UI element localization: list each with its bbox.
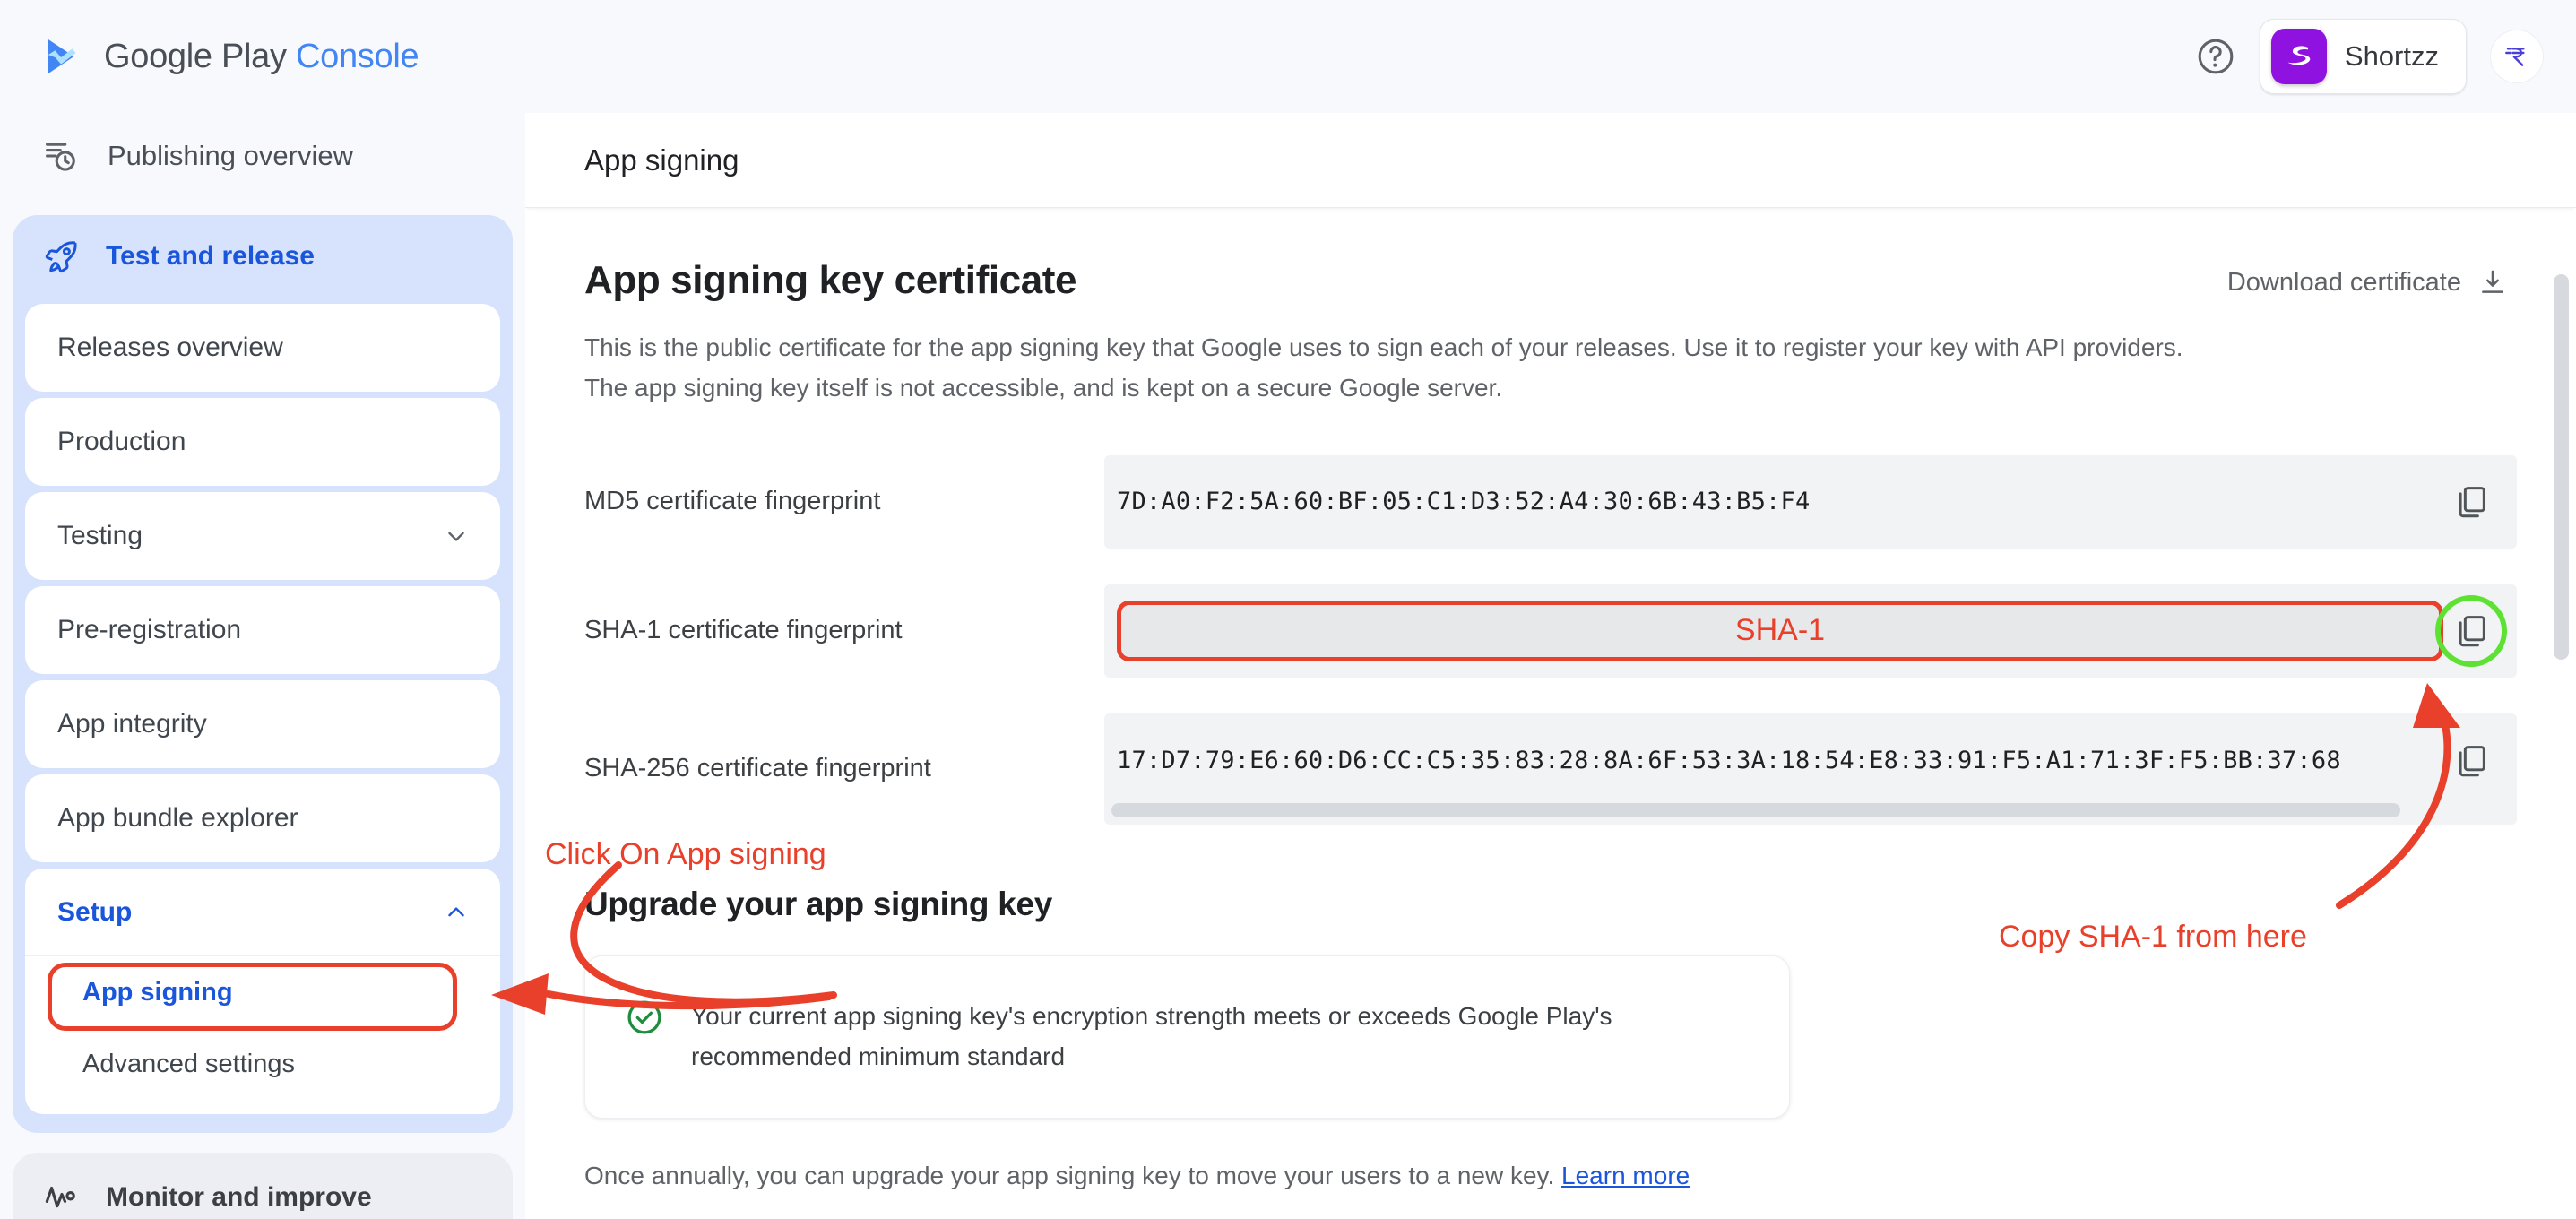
sidebar-item-production[interactable]: Production xyxy=(25,398,500,486)
page-title: App signing xyxy=(584,143,739,177)
app-selector-chip[interactable]: Shortzz xyxy=(2259,19,2467,94)
copy-icon xyxy=(2459,486,2485,517)
shortzz-s-glyph xyxy=(2287,46,2311,65)
activity-icon xyxy=(45,1186,75,1208)
app-logo-icon xyxy=(2270,29,2327,84)
copy-button-sha256[interactable] xyxy=(2443,733,2499,789)
sidebar-item-publishing-overview[interactable]: Publishing overview xyxy=(0,113,525,199)
section-title-row: App signing key certificate Download cer… xyxy=(584,258,2517,303)
google-play-console-logo-icon xyxy=(48,39,76,74)
content-body: App signing key certificate Download cer… xyxy=(525,208,2576,1219)
sidebar-item-testing[interactable]: Testing xyxy=(25,492,500,580)
sidebar-group-header-test-and-release[interactable]: Test and release xyxy=(13,215,513,298)
sidebar-group-test-and-release: Test and release Releases overview Produ… xyxy=(13,215,513,1133)
help-circle-icon[interactable] xyxy=(2195,36,2236,77)
sidebar-item-advanced-settings[interactable]: Advanced settings xyxy=(25,1028,500,1100)
fingerprint-label-sha1: SHA-1 certificate fingerprint xyxy=(584,616,903,645)
top-bar-actions: Shortzz xyxy=(2195,0,2544,113)
sidebar-item-setup: Setup App signing Advanced settings xyxy=(25,869,500,1114)
sidebar-item-production-label: Production xyxy=(57,427,186,456)
fingerprint-value-sha1-label: SHA-1 xyxy=(1734,613,1826,648)
app-name-label: Shortzz xyxy=(2344,40,2439,72)
publishing-overview-icon xyxy=(46,143,75,171)
download-certificate-label: Download certificate xyxy=(2226,267,2461,297)
learn-more-link[interactable]: Learn more xyxy=(1561,1162,1690,1189)
sidebar-item-app-bundle-explorer[interactable]: App bundle explorer xyxy=(25,774,500,862)
fingerprint-value-container-md5: 7D:A0:F2:5A:60:BF:05:C1:D3:52:A4:30:6B:4… xyxy=(1104,454,2517,549)
sidebar-item-app-integrity-label: App integrity xyxy=(57,709,207,739)
sidebar-item-app-signing-label: App signing xyxy=(82,977,233,1007)
fingerprint-value-container-sha1: SHA-1 xyxy=(1104,584,2517,678)
sidebar-group-title: Test and release xyxy=(106,241,315,271)
fingerprint-row-sha1: SHA-1 certificate fingerprint SHA-1 xyxy=(584,584,2517,678)
sidebar-item-publishing-overview-label: Publishing overview xyxy=(108,140,353,171)
fingerprint-row-sha256: SHA-256 certificate fingerprint 17:D7:79… xyxy=(584,713,2517,825)
key-strength-status-card: Your current app signing key's encryptio… xyxy=(584,955,1790,1120)
main-header: App signing xyxy=(525,113,2576,208)
sidebar-item-setup-label: Setup xyxy=(57,896,133,927)
download-icon xyxy=(2482,270,2503,293)
chevron-up-icon xyxy=(448,906,464,916)
sidebar-item-app-bundle-explorer-label: App bundle explorer xyxy=(57,803,298,833)
top-bar: Google Play Console Shortzz xyxy=(0,0,2576,113)
fingerprint-value-md5: 7D:A0:F2:5A:60:BF:05:C1:D3:52:A4:30:6B:4… xyxy=(1117,488,1811,516)
fingerprint-value-container-sha256: 17:D7:79:E6:60:D6:CC:C5:35:83:28:8A:6F:5… xyxy=(1104,713,2517,825)
sidebar-item-setup-header[interactable]: Setup xyxy=(25,869,500,956)
sidebar-item-testing-label: Testing xyxy=(57,521,143,550)
fingerprint-value-sha256: 17:D7:79:E6:60:D6:CC:C5:35:83:28:8A:6F:5… xyxy=(1117,747,2341,775)
chevron-down-icon xyxy=(448,532,464,541)
sidebar-item-releases-overview-label: Releases overview xyxy=(57,333,283,362)
fingerprint-table: MD5 certificate fingerprint 7D:A0:F2:5A:… xyxy=(584,454,2517,825)
sidebar-group-monitor-and-improve: Monitor and improve xyxy=(13,1153,513,1219)
main-content: App signing App signing key certificate … xyxy=(525,113,2576,1219)
fingerprint-horizontal-scrollbar[interactable] xyxy=(1111,802,2400,817)
row-spacer-2 xyxy=(584,678,2517,713)
copy-icon xyxy=(2459,745,2485,776)
brand-title: Google Play Console xyxy=(104,38,419,76)
section-title: App signing key certificate xyxy=(584,258,1077,302)
sidebar-group-title-monitor: Monitor and improve xyxy=(106,1182,372,1212)
upgrade-note-text: Once annually, you can upgrade your app … xyxy=(584,1162,1562,1190)
section-description: This is the public certificate for the a… xyxy=(584,333,2183,402)
sidebar-item-app-integrity[interactable]: App integrity xyxy=(25,680,500,768)
sidebar-item-advanced-settings-label: Advanced settings xyxy=(82,1049,295,1078)
rocket-icon xyxy=(45,241,77,273)
brand-title-play: Google Play xyxy=(104,37,287,75)
brand-title-console: Console xyxy=(295,37,419,75)
rupee-avatar-icon xyxy=(2505,48,2525,66)
fingerprint-label-sha256: SHA-256 certificate fingerprint xyxy=(584,754,931,783)
copy-icon xyxy=(2459,615,2485,646)
upgrade-note: Once annually, you can upgrade your app … xyxy=(584,1162,2517,1190)
check-circle-icon xyxy=(627,1000,661,1034)
sidebar: Publishing overview Test and release Rel… xyxy=(0,113,525,1219)
brand-logo-area[interactable]: Google Play Console xyxy=(43,36,419,77)
copy-button-sha1[interactable] xyxy=(2435,594,2507,667)
app-signing-page: Google Play Console Shortzz Publishing o… xyxy=(0,0,2576,1219)
key-strength-status-text: Your current app signing key's encryptio… xyxy=(691,1001,1612,1070)
sidebar-item-pre-registration-label: Pre-registration xyxy=(57,615,242,644)
copy-button-md5[interactable] xyxy=(2443,474,2499,530)
fingerprint-label-md5: MD5 certificate fingerprint xyxy=(584,487,881,516)
sidebar-item-releases-overview[interactable]: Releases overview xyxy=(25,304,500,392)
fingerprint-row-md5: MD5 certificate fingerprint 7D:A0:F2:5A:… xyxy=(584,454,2517,549)
upgrade-section-title: Upgrade your app signing key xyxy=(584,885,1053,922)
sidebar-item-app-signing[interactable]: App signing xyxy=(25,956,500,1028)
fingerprint-value-sha1-redacted: SHA-1 xyxy=(1117,600,2443,661)
row-spacer-1 xyxy=(584,549,2517,584)
sidebar-group-header-monitor-and-improve[interactable]: Monitor and improve xyxy=(13,1153,513,1219)
sidebar-item-pre-registration[interactable]: Pre-registration xyxy=(25,586,500,674)
main-vertical-scrollbar[interactable] xyxy=(2554,274,2569,660)
account-avatar[interactable] xyxy=(2490,30,2544,83)
download-certificate-button[interactable]: Download certificate xyxy=(2227,267,2508,298)
